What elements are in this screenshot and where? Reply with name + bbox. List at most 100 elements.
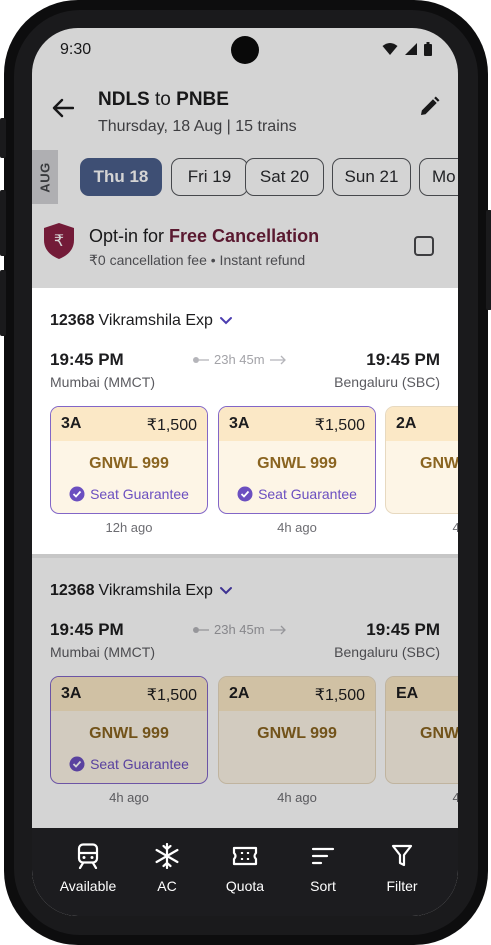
sort-icon [311,847,335,865]
class-code: 2A [229,685,250,702]
signal-icon [405,43,417,55]
departure-time: 19:45 PM [50,620,124,639]
nav-label: Sort [310,878,336,894]
arrow-left-icon[interactable] [52,98,74,118]
date-chip[interactable]: Mo [419,158,458,196]
verified-badge-icon [69,486,85,502]
destination-code: PNBE [176,89,229,110]
nav-filter[interactable]: Filter [362,842,442,894]
seat-guarantee-label: Seat Guarantee [90,756,189,772]
nav-ac[interactable]: AC [127,842,207,894]
class-price: ₹1,500 [146,417,197,434]
snowflake-icon [155,843,179,869]
optin-title: Opt-in for Free Cancellation [89,226,319,247]
date-chip[interactable]: Sat 20 [245,158,324,196]
updated-time: 4h [452,520,458,535]
updated-time: 4h ago [277,790,317,805]
nav-sort[interactable]: Sort [283,842,363,894]
route-subtitle: Thursday, 18 Aug | 15 trains [98,118,297,135]
optin-checkbox[interactable] [414,236,434,256]
nav-label: Quota [225,878,265,894]
origin-code: NDLS [98,89,150,110]
optin-highlight: Free Cancellation [169,226,320,246]
header: NDLS to PNBE Thursday, 18 Aug | 15 train… [32,72,458,144]
class-option[interactable]: 3A ₹1,500 GNWL 999 Seat Guarantee [218,406,376,514]
date-chip-label: Sat 20 [259,167,310,186]
verified-badge-icon [69,756,85,772]
class-option[interactable]: 3A ₹1,500 GNWL 999 Seat Guarantee [50,406,208,514]
battery-icon [424,42,432,56]
availability-status: GNWL 999 [257,725,337,742]
class-price: ₹1,500 [314,417,365,434]
availability-status: GNWL 999 [89,725,169,742]
filter-icon [391,844,413,867]
train-name[interactable]: 12368 Vikramshila Exp [50,582,235,600]
status-time: 9:30 [60,41,92,58]
optin-prefix: Opt-in for [89,226,170,246]
ticket-icon [232,846,258,866]
wifi-icon [382,43,398,55]
route-title: NDLS to PNBE [98,89,229,111]
departure-time: 19:45 PM [50,350,124,369]
duration-dot-icon [193,356,209,363]
rupee-shield-icon: ₹ [44,223,74,259]
availability-status: GNW [420,725,458,742]
side-button [0,118,6,158]
date-chip-label: Thu 18 [93,167,149,186]
class-option[interactable]: EA GNW [385,676,458,784]
month-label: AUG [37,161,53,193]
nav-quota[interactable]: Quota [205,842,285,894]
seat-guarantee: Seat Guarantee [51,756,207,772]
train-name[interactable]: 12368 Vikramshila Exp [50,312,235,330]
duration-text: 23h 45m [214,622,265,637]
train-card[interactable]: 12368 Vikramshila Exp 19:45 PM 23h 45m 1… [32,288,458,554]
availability-status: GNWL 999 [257,455,337,472]
duration-text: 23h 45m [214,352,265,367]
month-tag: AUG [32,150,58,204]
verified-badge-icon [237,486,253,502]
date-selector: AUG Thu 18 Fri 19 Sat 20 Sun 21 Mo [32,150,458,204]
availability-status: GNW [420,455,458,472]
arrival-station: Bengaluru (SBC) [334,374,440,390]
nav-available[interactable]: Available [48,842,128,894]
class-price: ₹1,500 [146,687,197,704]
class-code: EA [396,685,419,702]
side-button [0,190,6,256]
updated-time: 12h ago [105,520,153,535]
date-chip-label: Fri 19 [187,167,232,186]
free-cancellation-optin[interactable]: ₹ Opt-in for Free Cancellation ₹0 cancel… [32,210,458,288]
train-card[interactable]: 12368 Vikramshila Exp 19:45 PM 23h 45m 1… [32,558,458,828]
front-camera [231,36,259,64]
departure-station: Mumbai (MMCT) [50,644,155,660]
duration: 23h 45m [192,622,287,637]
class-code: 3A [61,685,82,702]
arrow-right-icon [269,625,286,634]
optin-subtitle: ₹0 cancellation fee • Instant refund [89,252,306,268]
updated-time: 4h ago [277,520,317,535]
seat-guarantee-label: Seat Guarantee [258,486,357,502]
pencil-icon[interactable] [418,96,440,118]
status-bar: 9:30 [32,28,458,72]
arrow-right-icon [269,355,286,364]
class-price: ₹1,500 [314,687,365,704]
arrival-time: 19:45 PM [366,620,440,639]
seat-guarantee: Seat Guarantee [51,486,207,502]
nav-label: Available [59,878,117,894]
screen: 9:30 NDLS to PNBE Thursday, 18 Aug | 15 … [32,28,458,916]
chevron-down-icon[interactable] [217,314,235,328]
date-chip[interactable]: Thu 18 [80,158,162,196]
duration: 23h 45m [192,352,287,367]
date-chip[interactable]: Sun 21 [332,158,411,196]
nav-label: Filter [386,878,418,894]
departure-station: Mumbai (MMCT) [50,374,155,390]
class-option[interactable]: 2A ₹1,500 GNWL 999 [218,676,376,784]
class-code: 2A [396,415,417,432]
updated-time: 4h [452,790,458,805]
date-chip[interactable]: Fri 19 [171,158,248,196]
class-option[interactable]: 2A GNW [385,406,458,514]
duration-dot-icon [193,626,209,633]
chevron-down-icon[interactable] [217,584,235,598]
class-option[interactable]: 3A ₹1,500 GNWL 999 Seat Guarantee [50,676,208,784]
class-code: 3A [229,415,250,432]
seat-guarantee: Seat Guarantee [219,486,375,502]
